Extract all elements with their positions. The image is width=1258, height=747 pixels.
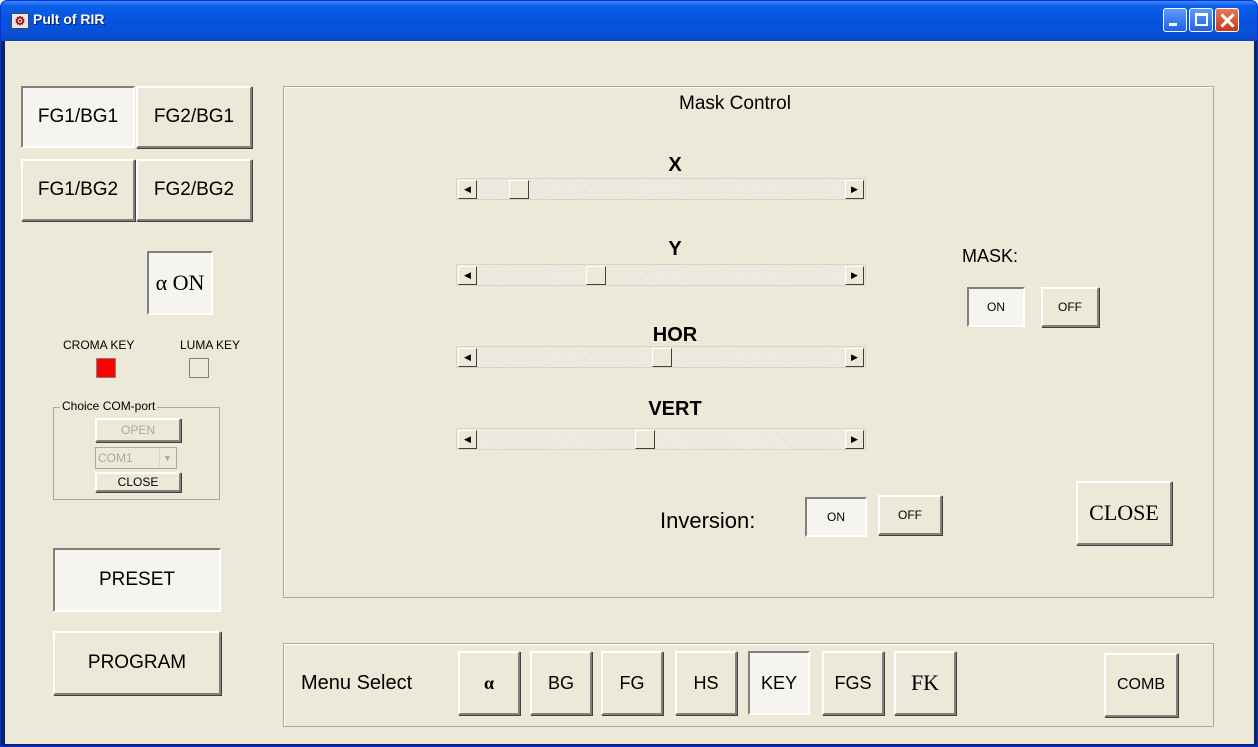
menu-item-fgs[interactable]: FGS <box>822 651 884 715</box>
alpha-on-button[interactable]: α ON <box>147 251 213 315</box>
mask-off-button[interactable]: OFF <box>1041 287 1099 327</box>
fg2-bg1-button[interactable]: FG2/BG1 <box>136 86 252 148</box>
chevron-down-icon: ▼ <box>159 449 175 467</box>
app-icon: ⚙ <box>11 13 29 29</box>
preset-button[interactable]: PRESET <box>53 548 221 612</box>
mask-on-button[interactable]: ON <box>967 287 1025 327</box>
mask-label: MASK: <box>962 246 1019 266</box>
scroll-right-arrow-icon[interactable]: ▶ <box>845 348 864 367</box>
app-window: ⚙ Pult of RIR FG1/BG1 FG2/BG1 FG1/BG2 FG… <box>0 0 1258 747</box>
scroll-left-arrow-icon[interactable]: ◀ <box>458 348 477 367</box>
slider-thumb[interactable] <box>652 348 672 367</box>
scroll-left-arrow-icon[interactable]: ◀ <box>458 180 477 199</box>
slider-thumb[interactable] <box>509 180 529 199</box>
scroll-left-arrow-icon[interactable]: ◀ <box>458 266 477 285</box>
scroll-left-arrow-icon[interactable]: ◀ <box>458 430 477 449</box>
slider-vert[interactable]: ◀ ▶ <box>456 428 866 450</box>
slider-hor[interactable]: ◀ ▶ <box>456 346 866 368</box>
program-button[interactable]: PROGRAM <box>53 631 221 695</box>
close-window-button[interactable] <box>1215 8 1239 32</box>
menu-item-fk[interactable]: FK <box>894 651 956 715</box>
mask-control-title: Mask Control <box>679 93 791 114</box>
luma-key-indicator[interactable] <box>189 358 209 378</box>
comb-button[interactable]: COMB <box>1104 653 1178 717</box>
maximize-icon <box>1195 13 1208 26</box>
fg2-bg2-button[interactable]: FG2/BG2 <box>136 159 252 221</box>
com-port-value: COM1 <box>98 451 133 465</box>
slider-y[interactable]: ◀ ▶ <box>456 264 866 286</box>
luma-key-label: LUMA KEY <box>180 338 241 352</box>
scroll-right-arrow-icon[interactable]: ▶ <box>845 430 864 449</box>
menu-item-hs[interactable]: HS <box>675 651 737 715</box>
scroll-right-arrow-icon[interactable]: ▶ <box>845 266 864 285</box>
mask-close-button[interactable]: CLOSE <box>1076 481 1172 545</box>
com-close-button[interactable]: CLOSE <box>95 472 181 492</box>
slider-label-vert: VERT <box>648 398 702 420</box>
client-area: FG1/BG1 FG2/BG1 FG1/BG2 FG2/BG2 α ON CRO… <box>5 41 1254 744</box>
menu-item-alpha[interactable]: α <box>458 651 520 715</box>
title-bar[interactable]: ⚙ Pult of RIR <box>1 1 1257 41</box>
com-port-group-title: Choice COM-port <box>60 399 158 413</box>
menu-select-label: Menu Select <box>301 672 413 694</box>
inversion-off-button[interactable]: OFF <box>878 495 942 535</box>
menu-item-key[interactable]: KEY <box>748 651 810 715</box>
com-open-button[interactable]: OPEN <box>95 418 181 442</box>
croma-key-indicator[interactable] <box>96 358 116 378</box>
menu-item-fg[interactable]: FG <box>601 651 663 715</box>
inversion-label: Inversion: <box>660 508 756 533</box>
slider-thumb[interactable] <box>586 266 606 285</box>
menu-item-bg[interactable]: BG <box>530 651 592 715</box>
slider-label-y: Y <box>668 238 682 260</box>
slider-label-hor: HOR <box>652 324 698 346</box>
slider-label-x: X <box>668 154 682 176</box>
com-port-select[interactable]: COM1 ▼ <box>95 447 177 469</box>
minimize-icon <box>1169 23 1177 26</box>
slider-x[interactable]: ◀ ▶ <box>456 178 866 200</box>
minimize-button[interactable] <box>1163 8 1187 32</box>
scroll-right-arrow-icon[interactable]: ▶ <box>845 180 864 199</box>
slider-thumb[interactable] <box>635 430 655 449</box>
fg1-bg2-button[interactable]: FG1/BG2 <box>21 159 135 221</box>
window-title: Pult of RIR <box>33 11 105 27</box>
inversion-on-button[interactable]: ON <box>805 497 867 537</box>
maximize-button[interactable] <box>1189 8 1213 32</box>
fg1-bg1-button[interactable]: FG1/BG1 <box>21 86 135 148</box>
croma-key-label: CROMA KEY <box>63 338 135 352</box>
